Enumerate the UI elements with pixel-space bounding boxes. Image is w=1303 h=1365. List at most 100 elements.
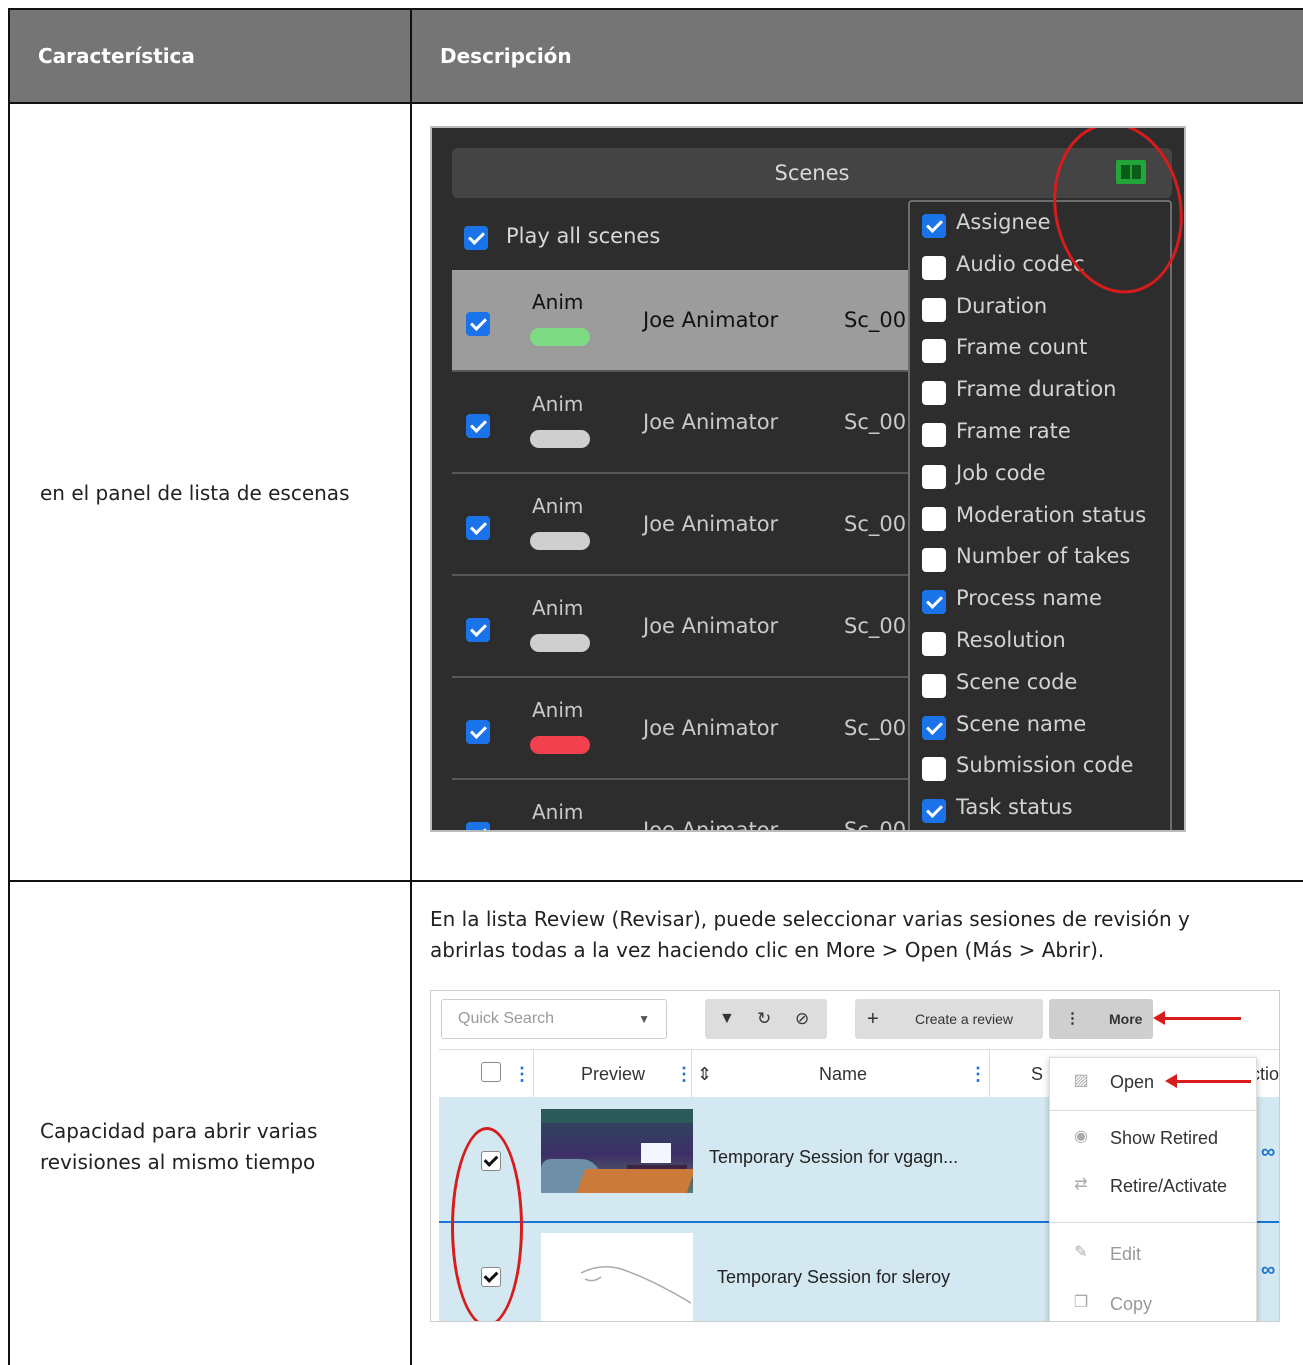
column-menu-icon[interactable]: ⋮	[513, 1064, 531, 1085]
scene-row-checkbox[interactable]	[466, 720, 490, 744]
scene-row-checkbox[interactable]	[466, 516, 490, 540]
scene-row-checkbox[interactable]	[466, 414, 490, 438]
scenes-title: Scenes	[774, 161, 850, 185]
eye-icon: ◉	[1074, 1128, 1088, 1145]
plus-icon: +	[867, 1008, 879, 1030]
filter-icon[interactable]: ▼	[719, 999, 735, 1039]
scene-name: Sc_00	[844, 410, 907, 434]
scene-row[interactable]: Anim Joe Animator Sc_00	[452, 474, 912, 576]
edit-icon: ✎	[1074, 1244, 1088, 1261]
assignee: Joe Animator	[643, 614, 779, 638]
menu-item-label: Open	[1110, 1072, 1155, 1092]
task-status-pill	[530, 328, 590, 346]
create-review-button[interactable]: + Create a review	[855, 999, 1043, 1039]
menu-item-retire-activate[interactable]: ⇄ Retire/Activate	[1050, 1166, 1256, 1210]
header-feature: Característica	[38, 44, 195, 68]
column-option-checkbox[interactable]	[922, 381, 946, 406]
menu-item-label: Show Retired	[1110, 1128, 1219, 1148]
chevron-down-icon: ▼	[638, 1012, 650, 1026]
scene-name: Sc_00	[844, 614, 907, 638]
column-option-checkbox[interactable]	[922, 506, 946, 531]
process-name: Anim	[532, 698, 584, 722]
task-status-pill	[530, 736, 590, 754]
process-name: Anim	[532, 494, 584, 518]
column-option-checkbox[interactable]	[922, 799, 946, 824]
menu-separator	[1050, 1110, 1256, 1111]
scene-row[interactable]: Anim Joe Animator Sc_00	[452, 270, 912, 372]
scene-name: Sc_00	[844, 716, 907, 740]
column-option-checkbox[interactable]	[922, 548, 946, 573]
refresh-icon[interactable]: ↻	[757, 999, 771, 1039]
column-option-label: Frame rate	[956, 419, 1071, 443]
column-separator	[691, 1050, 692, 1098]
columns-dropdown: Assignee Audio codec Duration Frame count Fr…	[908, 200, 1172, 830]
column-option-checkbox[interactable]	[922, 339, 946, 364]
column-option-label: Job code	[956, 460, 1046, 485]
session-name[interactable]: Temporary Session for vgagn...	[709, 1147, 958, 1168]
menu-item-open[interactable]: ▨ Open	[1050, 1062, 1256, 1106]
sort-icon[interactable]: ⇕	[697, 1064, 712, 1085]
column-menu-icon[interactable]: ⋮	[969, 1064, 987, 1085]
scene-row[interactable]: Anim Joe Animator Sc_00	[452, 576, 912, 678]
column-preview[interactable]: Preview	[581, 1064, 645, 1085]
column-option-checkbox[interactable]	[922, 297, 946, 322]
assignee: Joe Animator	[643, 410, 779, 434]
column-s[interactable]: S	[1031, 1064, 1043, 1085]
feature-scenes-list: en el panel de lista de escenas	[40, 481, 350, 505]
assignee: Joe Animator	[643, 818, 779, 832]
column-option-checkbox[interactable]	[922, 464, 946, 489]
column-option-label: Scene name	[956, 711, 1087, 736]
review-list-screenshot: Quick Search ▼ ▼ ↻ ⊘ + Create a review ⋮…	[430, 990, 1280, 1322]
play-all-label: Play all scenes	[506, 224, 661, 248]
play-all-checkbox[interactable]	[464, 226, 488, 250]
column-option-label: Task status	[956, 795, 1073, 820]
scene-row[interactable]: Anim Joe Animator Sc_00	[452, 780, 912, 832]
menu-separator	[1050, 1222, 1256, 1223]
column-option-label: Audio codec	[956, 251, 1085, 276]
column-option-label: Frame count	[956, 335, 1088, 360]
scene-name: Sc_00	[844, 512, 907, 536]
column-option-label: Number of takes	[956, 544, 1131, 569]
more-label: More	[1109, 1011, 1143, 1027]
copy-icon: ❐	[1073, 1294, 1089, 1311]
column-option-checkbox[interactable]	[922, 423, 946, 447]
session-name[interactable]: Temporary Session for sleroy	[717, 1267, 950, 1288]
quick-search-input[interactable]: Quick Search ▼	[441, 999, 667, 1039]
scene-row-checkbox[interactable]	[466, 312, 490, 336]
process-name: Anim	[532, 800, 584, 824]
clear-icon[interactable]: ⊘	[795, 999, 809, 1039]
task-status-pill	[530, 634, 590, 652]
column-separator	[533, 1050, 534, 1098]
column-option-checkbox[interactable]	[922, 590, 946, 615]
scene-row[interactable]: Anim Joe Animator Sc_00	[452, 372, 912, 474]
column-option-checkbox[interactable]	[922, 632, 946, 656]
link-icon[interactable]: ∞	[1261, 1141, 1275, 1164]
table-header: Característica Descripción	[10, 10, 1303, 104]
column-option-checkbox[interactable]	[922, 255, 946, 280]
column-option-checkbox[interactable]	[922, 214, 946, 238]
filter-toolbar: ▼ ↻ ⊘	[705, 999, 827, 1039]
column-separator	[989, 1050, 990, 1098]
menu-item-show-retired[interactable]: ◉ Show Retired	[1050, 1118, 1256, 1162]
scene-row-checkbox[interactable]	[466, 822, 490, 830]
row-divider	[10, 880, 1303, 882]
column-option-label: Submission code	[956, 753, 1134, 778]
scene-row-checkbox[interactable]	[466, 618, 490, 642]
column-divider	[410, 10, 412, 1365]
column-option-label: Frame duration	[956, 377, 1117, 402]
menu-item-label: Copy	[1110, 1294, 1153, 1314]
column-name[interactable]: Name	[819, 1064, 867, 1085]
link-icon[interactable]: ∞	[1261, 1259, 1275, 1282]
quick-search-placeholder: Quick Search	[458, 1010, 555, 1027]
column-option-label: Scene code	[956, 669, 1078, 694]
column-option-checkbox[interactable]	[922, 673, 946, 698]
select-all-checkbox[interactable]	[481, 1062, 501, 1082]
scene-row[interactable]: Anim Joe Animator Sc_00	[452, 678, 912, 780]
task-status-pill	[530, 532, 590, 550]
menu-item-label: Edit	[1110, 1244, 1142, 1264]
column-option-checkbox[interactable]	[922, 715, 946, 740]
column-option-checkbox[interactable]	[922, 757, 946, 782]
red-arrow-open	[1165, 1074, 1251, 1088]
description-open-multiple: En la lista Review (Revisar), puede sele…	[430, 907, 1190, 962]
more-button[interactable]: ⋮ More	[1049, 999, 1153, 1039]
